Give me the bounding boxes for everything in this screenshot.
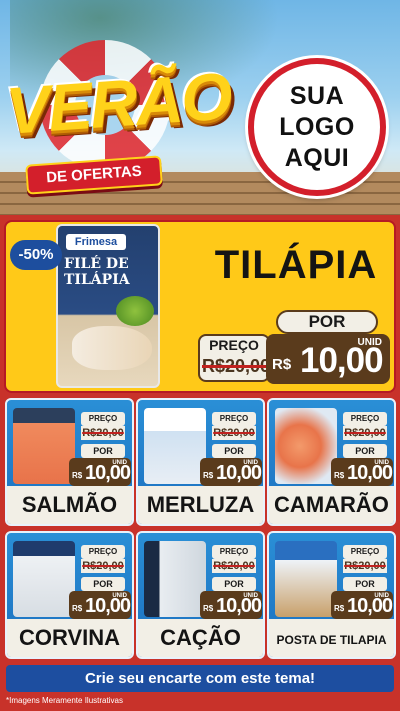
por-label: POR xyxy=(276,310,378,334)
product-name: CAÇÃO xyxy=(160,625,241,650)
old-price: R$20,00 xyxy=(343,426,387,440)
old-price: R$20,00 xyxy=(81,559,125,573)
cacao-image xyxy=(144,541,206,617)
currency-label: R$ xyxy=(334,471,345,480)
product-name: CAMARÃO xyxy=(274,492,389,517)
por-label: POR xyxy=(212,444,256,458)
product-name: MERLUZA xyxy=(146,492,255,517)
preco-label: PREÇO xyxy=(81,545,125,559)
fish-fillet-icon xyxy=(72,326,152,370)
product-card-posta-tilapia[interactable]: PREÇO R$20,00 POR UNID R$ 10,00 POSTA DE… xyxy=(267,531,396,659)
product-name: SALMÃO xyxy=(21,492,118,517)
new-price-box: UNID R$ 10,00 xyxy=(69,458,131,486)
currency-label: R$ xyxy=(203,604,214,613)
old-price-box: PREÇO R$20,00 xyxy=(198,334,270,382)
old-price: R$20,00 xyxy=(212,559,256,573)
currency-label: R$ xyxy=(334,604,345,613)
create-flyer-button[interactable]: Crie seu encarte com este tema! xyxy=(6,665,394,692)
currency-label: R$ xyxy=(272,356,292,373)
brand-label: Frimesa xyxy=(66,234,126,250)
preco-label: PREÇO xyxy=(212,545,256,559)
new-price: 10,00 xyxy=(85,462,131,484)
discount-badge: -50% xyxy=(10,240,62,270)
por-label: POR xyxy=(212,577,256,591)
posta-tilapia-image xyxy=(275,541,337,617)
logo-line-1: SUA xyxy=(289,81,345,110)
new-price-box: UNID R$ 10,00 xyxy=(266,334,390,384)
new-price-box: UNID R$ 10,00 xyxy=(69,591,131,619)
old-price: R$20,00 xyxy=(212,426,256,440)
currency-label: R$ xyxy=(203,471,214,480)
corvina-image xyxy=(13,541,75,617)
new-price: 10,00 xyxy=(85,595,131,617)
old-price: R$20,00 xyxy=(81,426,125,440)
por-label: POR xyxy=(81,444,125,458)
product-card-corvina[interactable]: PREÇO R$20,00 POR UNID R$ 10,00 CORVINA xyxy=(5,531,134,659)
new-price: 10,00 xyxy=(347,595,393,617)
new-price-box: UNID R$ 10,00 xyxy=(200,458,262,486)
logo-line-3: AQUI xyxy=(284,143,350,172)
logo-placeholder[interactable]: SUA LOGO AQUI xyxy=(248,58,386,196)
por-label: POR xyxy=(343,444,387,458)
por-label: POR xyxy=(343,577,387,591)
new-price-box: UNID R$ 10,00 xyxy=(331,591,393,619)
merluza-image xyxy=(144,408,206,484)
preco-label: PREÇO xyxy=(343,545,387,559)
shrimp-image xyxy=(275,408,337,484)
new-price-box: UNID R$ 10,00 xyxy=(200,591,262,619)
preco-label: PREÇO xyxy=(343,412,387,426)
disclaimer-text: *Imagens Meramente Ilustrativas xyxy=(6,696,123,705)
new-price: 10,00 xyxy=(300,341,384,380)
header-banner: VERÃO DE OFERTAS SUA LOGO AQUI xyxy=(0,0,400,215)
new-price: 10,00 xyxy=(216,595,262,617)
product-card-cacao[interactable]: PREÇO R$20,00 POR UNID R$ 10,00 CAÇÃO xyxy=(136,531,265,659)
preco-label: PREÇO xyxy=(81,412,125,426)
salad-garnish-icon xyxy=(116,296,154,326)
featured-product-image: Frimesa FILÉ DE TILÁPIA xyxy=(56,224,160,388)
preco-label: PREÇO xyxy=(212,412,256,426)
featured-product-name: TILÁPIA xyxy=(214,243,378,287)
new-price-box: UNID R$ 10,00 xyxy=(331,458,393,486)
campaign-title: VERÃO xyxy=(3,58,233,148)
old-price: R$20,00 xyxy=(343,559,387,573)
logo-line-2: LOGO xyxy=(279,112,355,141)
product-card-merluza[interactable]: PREÇO R$20,00 POR UNID R$ 10,00 MERLUZA xyxy=(136,398,265,526)
new-price: 10,00 xyxy=(347,462,393,484)
salmon-image xyxy=(13,408,75,484)
product-name: POSTA DE TILAPIA xyxy=(276,633,387,647)
preco-label: PREÇO xyxy=(209,337,259,353)
por-label: POR xyxy=(81,577,125,591)
product-card-salmao[interactable]: PREÇO R$20,00 POR UNID R$ 10,00 SALMÃO xyxy=(5,398,134,526)
old-price: R$20,00 xyxy=(202,356,271,376)
currency-label: R$ xyxy=(72,604,83,613)
product-name: CORVINA xyxy=(18,625,121,650)
new-price: 10,00 xyxy=(216,462,262,484)
currency-label: R$ xyxy=(72,471,83,480)
product-card-camarao[interactable]: PREÇO R$20,00 POR UNID R$ 10,00 CAMARÃO xyxy=(267,398,396,526)
package-name: FILÉ DE TILÁPIA xyxy=(64,256,130,288)
